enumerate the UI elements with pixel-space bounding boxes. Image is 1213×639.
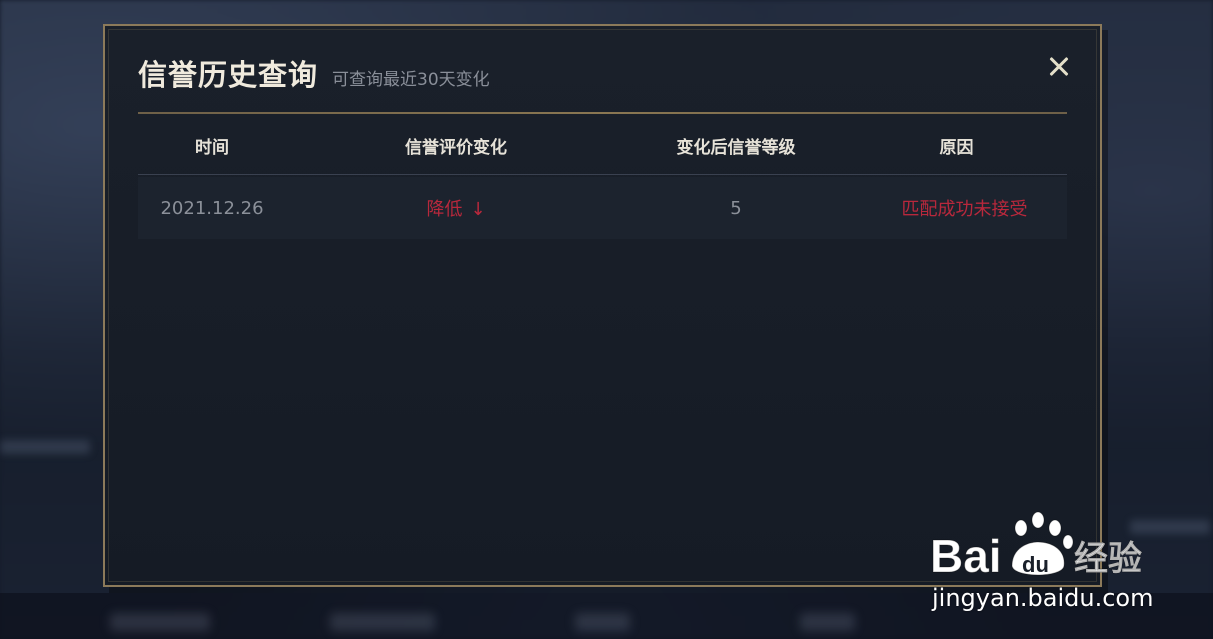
credit-history-table: 时间 信誉评价变化 变化后信誉等级 原因 2021.12.26 降低 ↓ 5 匹配… [138, 116, 1067, 239]
svg-text:经验: 经验 [1074, 539, 1142, 579]
cell-credit-change: 降低 ↓ [286, 195, 626, 221]
watermark-url: jingyan.baidu.com [932, 584, 1154, 612]
cell-level-after: 5 [730, 197, 742, 219]
svg-text:Bai: Bai [930, 530, 1002, 582]
cell-reason: 匹配成功未接受 [901, 199, 1028, 220]
change-label: 降低 [426, 199, 463, 220]
close-icon[interactable] [1046, 54, 1072, 80]
table-row: 2021.12.26 降低 ↓ 5 匹配成功未接受 [138, 177, 1067, 239]
baidu-jingyan-watermark: Bai du 经验 jingyan.baidu.com [928, 508, 1158, 618]
header-credit-change: 信誉评价变化 [405, 137, 507, 158]
modal-title: 信誉历史查询 [138, 58, 319, 92]
arrow-down-icon: ↓ [470, 199, 486, 220]
baidu-paw-icon: Bai du 经验 [930, 511, 1143, 582]
background-text-blur [0, 440, 90, 454]
svg-text:du: du [1022, 552, 1049, 577]
modal-header: 信誉历史查询 可查询最近30天变化 [138, 52, 490, 94]
header-time: 时间 [195, 137, 229, 158]
table-header: 时间 信誉评价变化 变化后信誉等级 原因 [138, 116, 1067, 175]
modal-subtitle: 可查询最近30天变化 [332, 70, 490, 90]
header-reason: 原因 [939, 137, 974, 158]
title-divider [138, 112, 1067, 114]
credit-history-modal: 信誉历史查询 可查询最近30天变化 时间 信誉评价变化 变化后信誉等级 原因 2… [103, 24, 1102, 587]
cell-time: 2021.12.26 [160, 197, 264, 219]
header-level-after: 变化后信誉等级 [676, 137, 796, 158]
